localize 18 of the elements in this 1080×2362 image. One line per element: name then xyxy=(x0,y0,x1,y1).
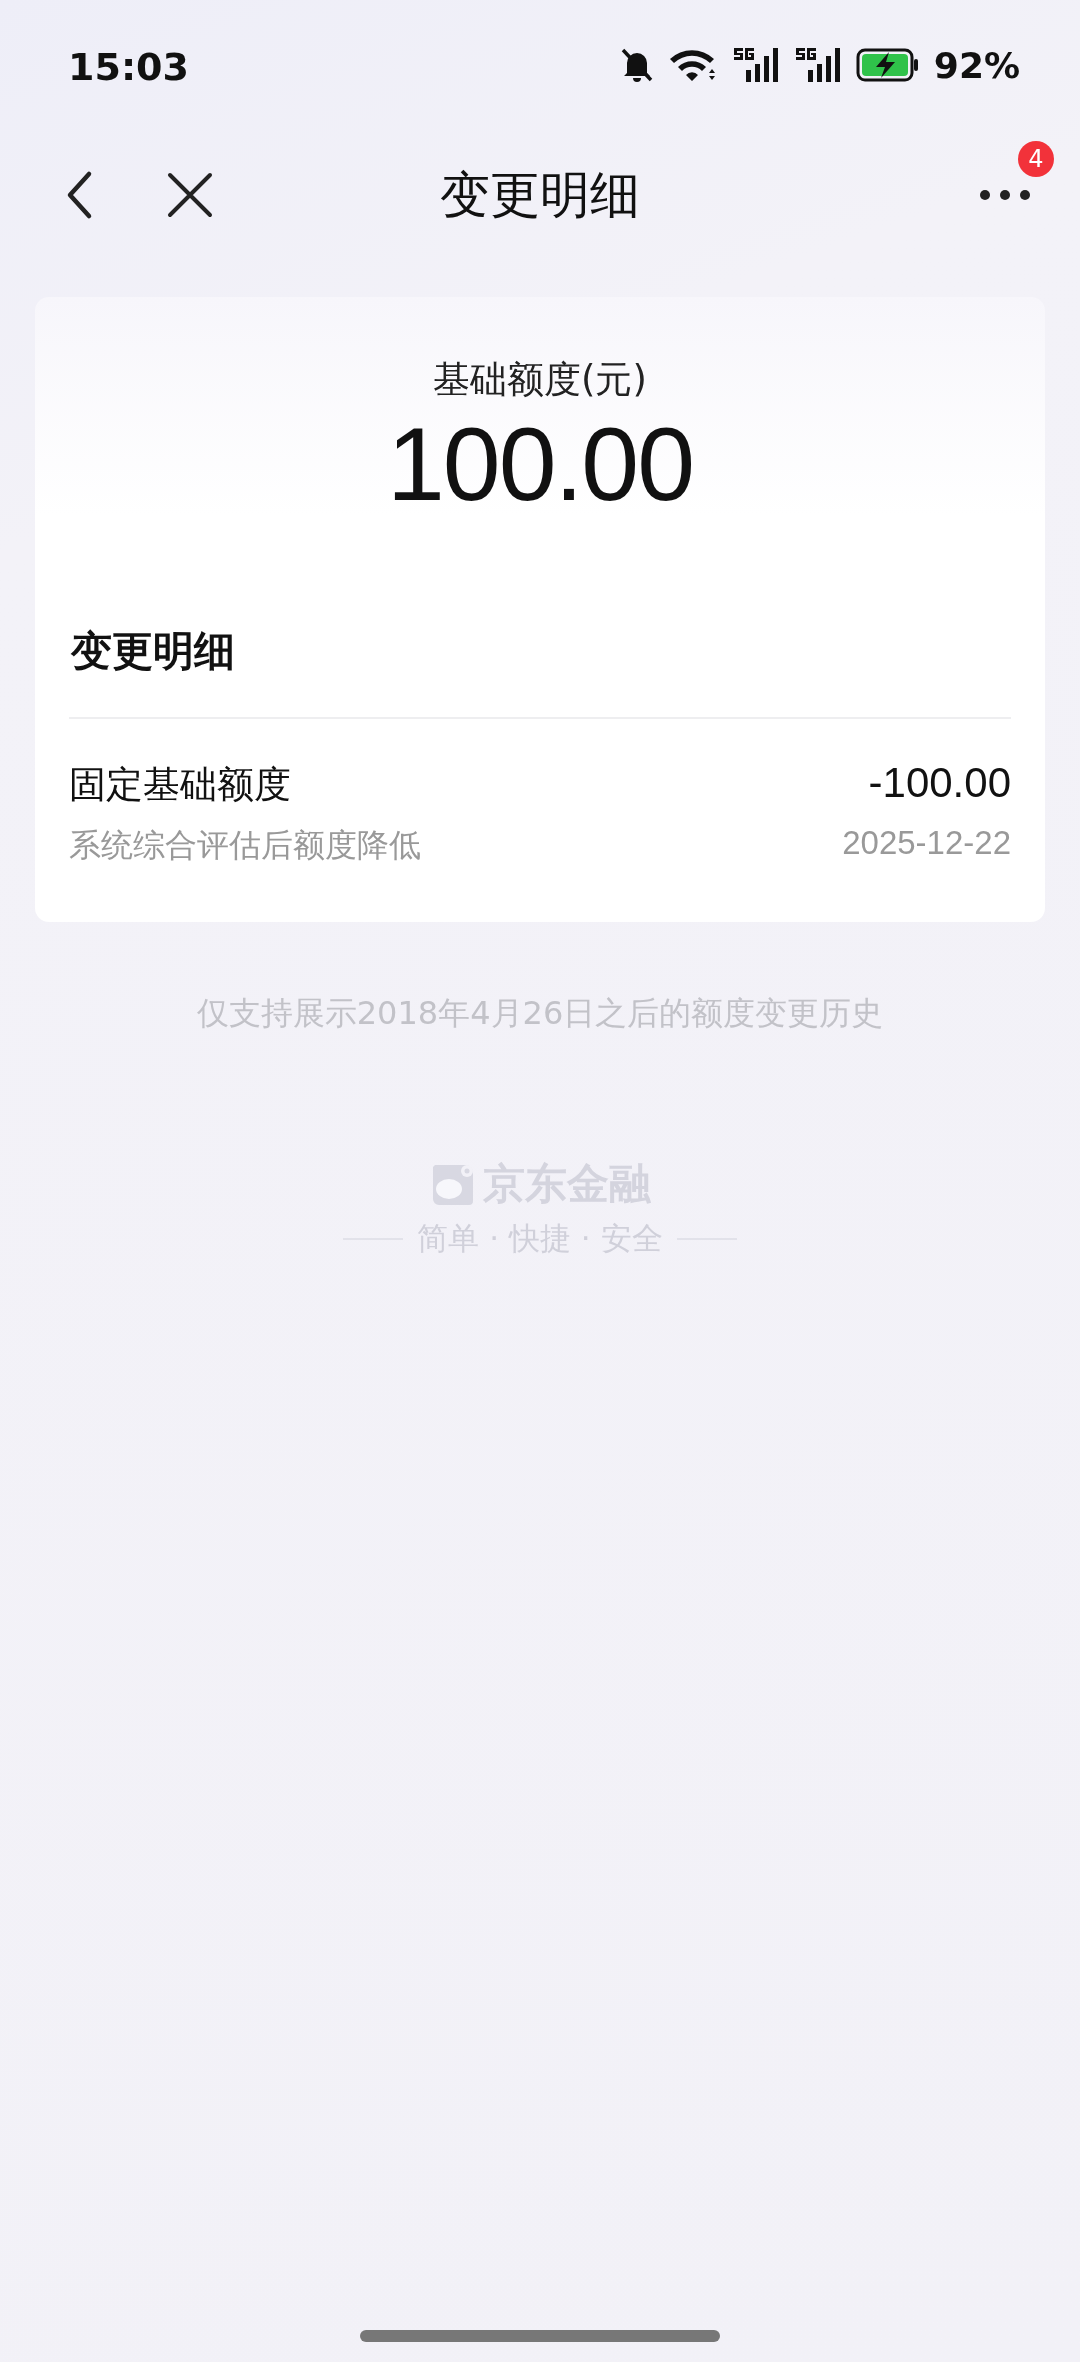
battery-percent: 92% xyxy=(933,44,1020,86)
back-icon xyxy=(65,170,93,220)
signal-icon xyxy=(731,46,780,84)
change-reason: 系统综合评估后额度降低 xyxy=(69,825,421,866)
signal-icon xyxy=(793,46,842,84)
change-title: 固定基础额度 xyxy=(69,762,291,808)
quota-amount: 100.00 xyxy=(386,406,694,522)
notification-badge: 4 xyxy=(1018,141,1054,177)
more-dots-icon xyxy=(979,189,1031,201)
section-heading: 变更明细 xyxy=(71,627,235,675)
close-icon xyxy=(167,172,213,218)
muted-bell-icon xyxy=(619,47,654,83)
change-date: 2025-12-22 xyxy=(842,824,1011,863)
status-time: 15:03 xyxy=(68,44,190,89)
change-amount: -100.00 xyxy=(868,759,1011,807)
battery-charging-icon xyxy=(855,48,920,82)
page-title: 变更明细 xyxy=(440,165,640,224)
quota-label: 基础额度(元) xyxy=(433,358,647,401)
